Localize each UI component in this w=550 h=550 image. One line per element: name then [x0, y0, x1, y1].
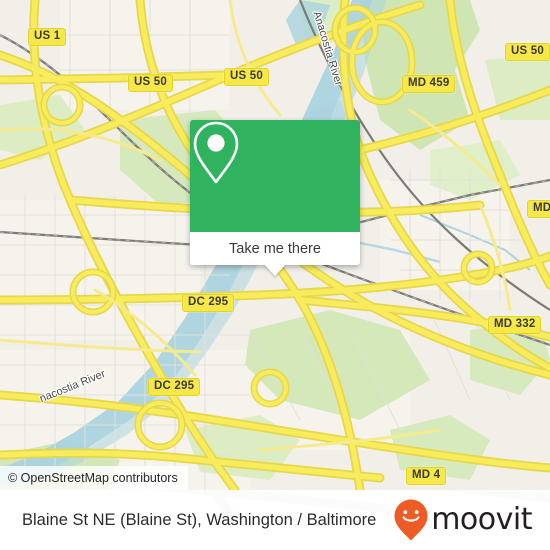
road-shield: MD 459 — [402, 75, 456, 93]
osm-attribution[interactable]: © OpenStreetMap contributors — [0, 466, 188, 490]
road-shield: DC 295 — [182, 294, 235, 312]
moovit-logo: moovit — [393, 498, 532, 542]
road-shield: MD — [527, 200, 550, 218]
take-me-there-label: Take me there — [229, 240, 321, 257]
moovit-pin-smiley-icon — [394, 499, 428, 541]
place-title: Blaine St NE (Blaine St), Washington / B… — [22, 510, 377, 529]
road-shield: DC 295 — [148, 378, 201, 396]
road-shield: MD 4 — [406, 467, 447, 485]
popup-pointer-tail — [264, 264, 286, 276]
road-shield: US 1 — [28, 28, 67, 46]
map-canvas[interactable]: US 1 US 50 US 50 US 50 MD 459 MD MD 332 … — [0, 0, 550, 490]
moovit-wordmark: moovit — [431, 502, 532, 537]
road-shield: MD 332 — [488, 316, 542, 334]
road-shield: US 50 — [128, 74, 173, 92]
road-shield: US 50 — [505, 43, 550, 61]
osm-attribution-text: © OpenStreetMap contributors — [8, 471, 178, 485]
popup-action-bar[interactable]: Take me there — [190, 232, 360, 276]
map-pin-icon — [193, 121, 239, 184]
popup-icon-panel — [190, 120, 360, 232]
footer-bar: Blaine St NE (Blaine St), Washington / B… — [0, 490, 550, 550]
take-me-there-popup[interactable]: Take me there — [190, 120, 360, 276]
moovit-station-card: US 1 US 50 US 50 US 50 MD 459 MD MD 332 … — [0, 0, 550, 550]
road-shield: US 50 — [224, 68, 269, 86]
